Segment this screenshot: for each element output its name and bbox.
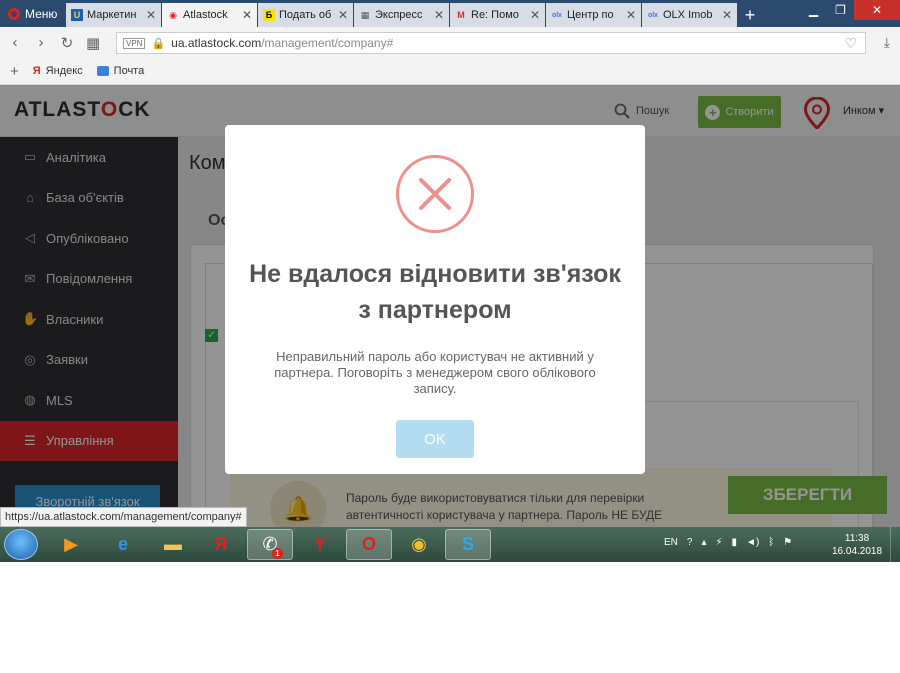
network-icon[interactable]: ▮ [732,537,738,548]
grid-icon: ▦ [360,9,370,20]
url-field[interactable]: VPN 🔒 ua.atlastock.com /management/compa… [116,32,866,54]
browser-tab[interactable]: M Re: Помо ✕ [450,3,545,27]
minimize-button[interactable]: ▁ [800,0,827,20]
bookmarks-bar: + Я Яндекс Почта [0,58,900,85]
close-icon[interactable]: ✕ [434,8,444,22]
tray-arrow-icon[interactable]: ▴ [701,537,706,548]
volume-icon[interactable]: ◄) [746,537,759,548]
tab-label: Atlastock [183,9,228,21]
menu-label: Меню [25,6,58,21]
add-bookmark-button[interactable]: + [10,63,19,80]
bookmark-label: Яндекс [45,65,83,77]
opera-menu-button[interactable]: Меню [0,0,66,27]
browser-tab[interactable]: U Маркетин ✕ [66,3,161,27]
new-tab-button[interactable]: + [738,3,762,27]
dialog-message: Неправильний пароль або користувач не ак… [274,349,596,396]
skype-icon[interactable]: S [445,529,491,560]
language-indicator[interactable]: EN [664,537,678,548]
browser-tab[interactable]: Б Подать об ✕ [258,3,353,27]
olx-icon: olx [647,11,659,19]
flag-icon[interactable]: ⚑ [783,537,792,548]
close-icon[interactable]: ✕ [146,8,156,22]
explorer-icon[interactable]: ▬ [150,529,196,560]
tab-label: Подать об [279,9,332,21]
x-mark [419,178,451,210]
opera-icon [8,7,20,20]
bookmark-mail[interactable]: Почта [96,65,145,77]
browser-tab-active[interactable]: ◉ Atlastock ✕ [162,3,257,27]
close-icon[interactable]: ✕ [338,8,348,22]
mail-icon [96,66,109,76]
lock-icon[interactable]: 🔒 [151,37,165,50]
vpn-badge[interactable]: VPN [123,37,146,49]
tab-label: Маркетин [87,9,137,21]
url-path: /management/company# [261,36,394,50]
power-icon[interactable]: ⚡ [716,537,723,548]
browser-tab[interactable]: ▦ Экспресс ✕ [354,3,449,27]
gmail-icon: M [457,10,465,20]
bookmark-label: Почта [113,65,145,77]
yandex-browser-icon[interactable]: Y [297,529,343,560]
close-icon[interactable]: ✕ [530,8,540,22]
window-close-button[interactable]: ✕ [854,0,900,20]
maximize-button[interactable]: ❐ [827,0,854,20]
system-tray: EN ? ▴ ⚡ ▮ ◄) ᛒ ⚑ [664,537,792,548]
address-bar-row: ‹ › ↻ ▦ VPN 🔒 ua.atlastock.com /manageme… [0,27,900,58]
tab-label: Re: Помо [471,9,519,21]
viber-badge: 1 [272,548,283,559]
chrome-icon[interactable]: ◉ [396,529,442,560]
media-player-icon[interactable]: ▶ [48,529,94,560]
b-icon: Б [263,9,275,21]
reload-button[interactable]: ↻ [60,34,74,52]
error-dialog: Не вдалося відновити зв'язок з партнером… [225,125,645,474]
forward-button[interactable]: › [34,34,48,51]
browser-tab-strip: Меню U Маркетин ✕ ◉ Atlastock ✕ Б Подать… [0,0,900,27]
show-desktop-button[interactable] [890,527,900,562]
bluetooth-icon[interactable]: ᛒ [768,537,774,548]
clock-date: 16.04.2018 [832,546,883,557]
screen: Меню U Маркетин ✕ ◉ Atlastock ✕ Б Подать… [0,0,900,562]
close-icon[interactable]: ✕ [722,8,732,22]
download-icon[interactable]: ⤓ [884,34,890,51]
yandex-icon: Я [32,65,41,77]
olx-icon: olx [551,11,563,19]
start-button[interactable] [4,529,38,560]
viber-icon[interactable]: ✆ 1 [247,529,293,560]
atlastock-pin-icon: ◉ [169,9,177,20]
ukrnet-icon: U [71,9,83,21]
window-controls: ▁ ❐ ✕ [800,0,900,20]
error-x-icon [396,155,474,233]
dialog-title: Не вдалося відновити зв'язок з партнером [249,260,621,324]
ok-button[interactable]: OK [396,420,474,458]
taskbar: ▶ e ▬ Я ✆ 1 Y O ◉ S EN ? ▴ ⚡ ▮ ◄) ᛒ ⚑ 11:… [0,527,900,562]
close-icon[interactable]: ✕ [626,8,636,22]
browser-tab[interactable]: olx Центр по ✕ [546,3,641,27]
tabs-grid-icon[interactable]: ▦ [86,34,100,52]
clock[interactable]: 11:38 16.04.2018 [832,532,882,558]
yandex-icon[interactable]: Я [198,529,244,560]
back-button[interactable]: ‹ [8,34,22,51]
url-host: ua.atlastock.com [171,36,262,50]
status-url: https://ua.atlastock.com/management/comp… [0,507,247,527]
bookmark-yandex[interactable]: Я Яндекс [33,65,83,77]
tab-label: Центр по [567,9,614,21]
tab-label: OLX Imob [663,9,713,21]
opera-icon[interactable]: O [346,529,392,560]
browser-tab[interactable]: olx OLX Imob ✕ [642,3,737,27]
heart-icon[interactable]: ♡ [844,35,857,52]
close-icon[interactable]: ✕ [242,8,252,22]
clock-time: 11:38 [844,533,870,544]
ie-icon[interactable]: e [100,529,146,560]
tab-label: Экспресс [375,9,423,21]
help-icon[interactable]: ? [687,537,693,548]
